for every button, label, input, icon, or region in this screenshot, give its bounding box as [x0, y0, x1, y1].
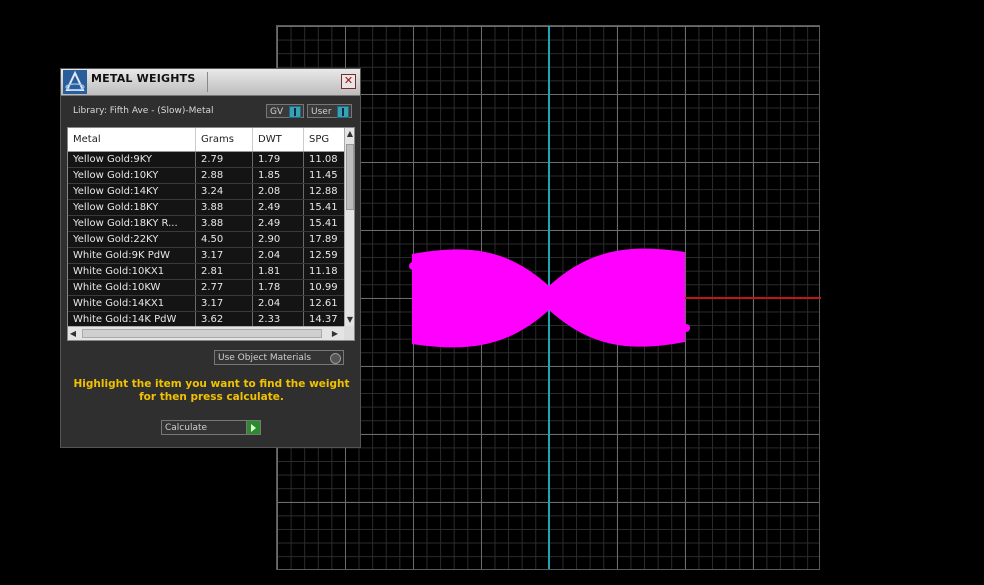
cell-grams: 4.50	[196, 232, 253, 247]
cell-metal: White Gold:10KX1	[68, 264, 196, 279]
table-row[interactable]: Yellow Gold:10KY 2.88 1.85 11.45	[68, 168, 344, 184]
panel-title: METAL WEIGHTS	[91, 72, 196, 85]
app-logo-icon	[63, 70, 87, 94]
table-row[interactable]: White Gold:10KW 2.77 1.78 10.99	[68, 280, 344, 296]
cell-metal: Yellow Gold:14KY	[68, 184, 196, 199]
cell-spg: 15.41	[309, 202, 338, 213]
cell-metal: Yellow Gold:22KY	[68, 232, 196, 247]
cell-spg: 12.61	[309, 298, 338, 309]
horizontal-scroll-thumb[interactable]	[82, 329, 322, 338]
cell-metal: Yellow Gold:18KY R...	[68, 216, 196, 231]
close-button[interactable]: ✕	[341, 74, 356, 89]
cell-spg: 17.89	[309, 234, 338, 245]
cell-spg: 10.99	[309, 282, 338, 293]
cell-dwt: 1.81	[253, 264, 304, 279]
table-header: Metal Grams DWT SPG	[68, 128, 344, 152]
table-row[interactable]: White Gold:14KX1 3.17 2.04 12.61	[68, 296, 344, 312]
gv-toggle[interactable]: GV	[266, 104, 304, 118]
cell-grams: 2.79	[196, 152, 253, 167]
gv-toggle-label: GV	[270, 107, 284, 117]
cell-metal: White Gold:9K PdW	[68, 248, 196, 263]
metal-weights-panel: METAL WEIGHTS ✕ Library: Fifth Ave - (Sl…	[60, 68, 361, 448]
cell-dwt: 2.90	[253, 232, 304, 247]
cell-dwt: 1.79	[253, 152, 304, 167]
horizontal-scrollbar[interactable]: ◀ ▶	[68, 326, 344, 340]
cell-metal: Yellow Gold:9KY	[68, 152, 196, 167]
bowtie-object[interactable]	[407, 246, 692, 351]
instructions-text: Highlight the item you want to find the …	[73, 378, 350, 403]
cell-grams: 3.88	[196, 200, 253, 215]
cell-dwt: 2.33	[253, 312, 304, 327]
cell-grams: 3.62	[196, 312, 253, 327]
cell-metal: Yellow Gold:10KY	[68, 168, 196, 183]
use-object-materials-toggle[interactable]: Use Object Materials	[214, 350, 344, 365]
panel-titlebar[interactable]: METAL WEIGHTS ✕	[61, 69, 360, 96]
table-row[interactable]: White Gold:10KX1 2.81 1.81 11.18	[68, 264, 344, 280]
metal-table: Metal Grams DWT SPG Yellow Gold:9KY 2.79 1…	[67, 127, 355, 341]
title-divider	[207, 72, 208, 92]
cell-grams: 3.17	[196, 248, 253, 263]
user-toggle[interactable]: User	[307, 104, 352, 118]
cell-grams: 3.17	[196, 296, 253, 311]
table-row[interactable]: Yellow Gold:14KY 3.24 2.08 12.88	[68, 184, 344, 200]
cell-spg: 11.45	[309, 170, 338, 181]
toggle-switch-icon	[289, 106, 301, 118]
vertical-scroll-thumb[interactable]	[346, 144, 354, 210]
scrollbar-corner	[344, 326, 354, 340]
scroll-down-icon[interactable]: ▼	[345, 314, 354, 326]
user-toggle-label: User	[311, 107, 332, 117]
cell-spg: 11.18	[309, 266, 338, 277]
cell-metal: Yellow Gold:18KY	[68, 200, 196, 215]
cell-dwt: 2.49	[253, 216, 304, 231]
cell-spg: 14.37	[309, 314, 338, 325]
column-header-metal[interactable]: Metal	[68, 128, 196, 151]
cell-dwt: 2.04	[253, 296, 304, 311]
close-icon: ✕	[343, 74, 354, 87]
library-label: Library: Fifth Ave - (Slow)-Metal	[73, 106, 214, 116]
radio-icon	[330, 353, 341, 364]
cell-dwt: 1.78	[253, 280, 304, 295]
cell-grams: 2.81	[196, 264, 253, 279]
cell-grams: 2.88	[196, 168, 253, 183]
column-header-dwt[interactable]: DWT	[253, 128, 304, 151]
cell-spg: 12.59	[309, 250, 338, 261]
scroll-up-icon[interactable]: ▲	[345, 128, 354, 140]
cell-metal: White Gold:14K PdW	[68, 312, 196, 327]
table-row[interactable]: Yellow Gold:18KY 3.88 2.49 15.41	[68, 200, 344, 216]
cell-grams: 2.77	[196, 280, 253, 295]
cell-grams: 3.88	[196, 216, 253, 231]
cell-spg: 15.41	[309, 218, 338, 229]
cell-spg: 12.88	[309, 186, 338, 197]
table-row[interactable]: Yellow Gold:18KY R... 3.88 2.49 15.41	[68, 216, 344, 232]
column-header-spg[interactable]: SPG	[304, 128, 344, 151]
calculate-label: Calculate	[165, 423, 208, 433]
cell-spg: 11.08	[309, 154, 338, 165]
use-object-materials-label: Use Object Materials	[218, 353, 312, 363]
cell-metal: White Gold:14KX1	[68, 296, 196, 311]
play-arrow-icon	[246, 421, 260, 434]
table-body: Yellow Gold:9KY 2.79 1.79 11.08 Yellow Gold:…	[68, 152, 344, 328]
table-row[interactable]: Yellow Gold:22KY 4.50 2.90 17.89	[68, 232, 344, 248]
calculate-button[interactable]: Calculate	[161, 420, 261, 435]
vertical-scrollbar[interactable]: ▲ ▼	[344, 128, 354, 326]
toggle-switch-icon	[337, 106, 349, 118]
cell-dwt: 2.49	[253, 200, 304, 215]
cell-dwt: 1.85	[253, 168, 304, 183]
scroll-right-icon[interactable]: ▶	[330, 328, 340, 340]
scroll-left-icon[interactable]: ◀	[68, 328, 78, 340]
table-row[interactable]: Yellow Gold:9KY 2.79 1.79 11.08	[68, 152, 344, 168]
cell-dwt: 2.04	[253, 248, 304, 263]
table-row[interactable]: White Gold:9K PdW 3.17 2.04 12.59	[68, 248, 344, 264]
cell-dwt: 2.08	[253, 184, 304, 199]
column-header-grams[interactable]: Grams	[196, 128, 253, 151]
cell-grams: 3.24	[196, 184, 253, 199]
cell-metal: White Gold:10KW	[68, 280, 196, 295]
